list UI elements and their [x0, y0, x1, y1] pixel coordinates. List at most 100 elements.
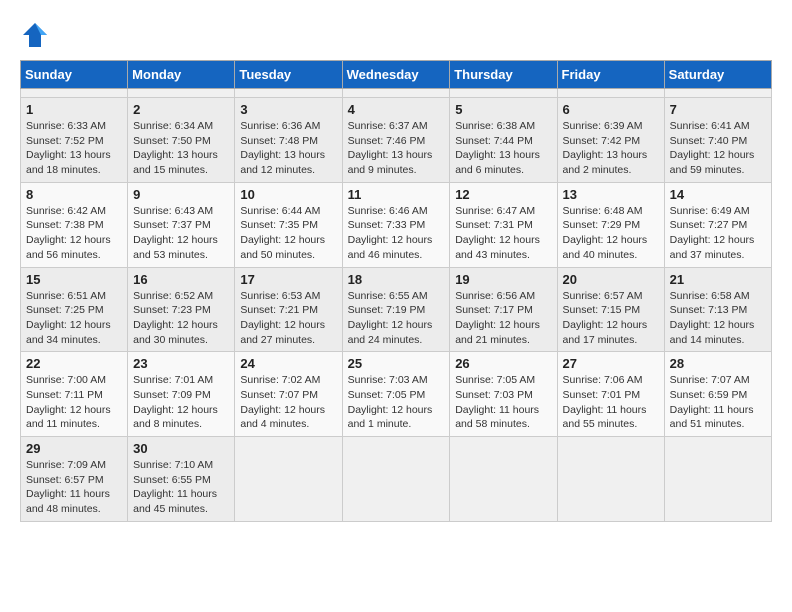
- day-info: Sunrise: 6:41 AM Sunset: 7:40 PM Dayligh…: [670, 119, 766, 178]
- day-number: 18: [348, 272, 445, 287]
- calendar-cell: 22 Sunrise: 7:00 AM Sunset: 7:11 PM Dayli…: [21, 352, 128, 437]
- day-number: 3: [240, 102, 336, 117]
- day-number: 15: [26, 272, 122, 287]
- calendar-cell: [557, 89, 664, 98]
- day-number: 26: [455, 356, 551, 371]
- day-info: Sunrise: 7:07 AM Sunset: 6:59 PM Dayligh…: [670, 373, 766, 432]
- day-number: 20: [563, 272, 659, 287]
- calendar-cell: 30 Sunrise: 7:10 AM Sunset: 6:55 PM Dayli…: [128, 437, 235, 522]
- calendar-cell: 2Sunrise: 6:34 AM Sunset: 7:50 PM Daylig…: [128, 98, 235, 183]
- calendar-cell: 5 Sunrise: 6:38 AM Sunset: 7:44 PM Daylig…: [450, 98, 557, 183]
- day-number: 28: [670, 356, 766, 371]
- calendar-cell: 10 Sunrise: 6:44 AM Sunset: 7:35 PM Dayli…: [235, 182, 342, 267]
- calendar-cell: 24 Sunrise: 7:02 AM Sunset: 7:07 PM Dayli…: [235, 352, 342, 437]
- day-number: 7: [670, 102, 766, 117]
- day-number: 12: [455, 187, 551, 202]
- calendar-cell: 18 Sunrise: 6:55 AM Sunset: 7:19 PM Dayli…: [342, 267, 450, 352]
- col-header-monday: Monday: [128, 61, 235, 89]
- day-number: 30: [133, 441, 229, 456]
- calendar-table: SundayMondayTuesdayWednesdayThursdayFrid…: [20, 60, 772, 522]
- day-number: 11: [348, 187, 445, 202]
- day-info: Sunrise: 7:02 AM Sunset: 7:07 PM Dayligh…: [240, 373, 336, 432]
- day-info: Sunrise: 6:36 AM Sunset: 7:48 PM Dayligh…: [240, 119, 336, 178]
- calendar-cell: [557, 437, 664, 522]
- day-info: Sunrise: 6:53 AM Sunset: 7:21 PM Dayligh…: [240, 289, 336, 348]
- calendar-cell: [664, 437, 771, 522]
- day-info: Sunrise: 6:58 AM Sunset: 7:13 PM Dayligh…: [670, 289, 766, 348]
- day-info: Sunrise: 7:01 AM Sunset: 7:09 PM Dayligh…: [133, 373, 229, 432]
- day-number: 6: [563, 102, 659, 117]
- day-number: 23: [133, 356, 229, 371]
- day-number: 25: [348, 356, 445, 371]
- day-number: 24: [240, 356, 336, 371]
- day-info: Sunrise: 7:05 AM Sunset: 7:03 PM Dayligh…: [455, 373, 551, 432]
- day-info: Sunrise: 6:57 AM Sunset: 7:15 PM Dayligh…: [563, 289, 659, 348]
- calendar-cell: 14 Sunrise: 6:49 AM Sunset: 7:27 PM Dayli…: [664, 182, 771, 267]
- day-number: 29: [26, 441, 122, 456]
- day-info: Sunrise: 6:51 AM Sunset: 7:25 PM Dayligh…: [26, 289, 122, 348]
- calendar-cell: [235, 437, 342, 522]
- calendar-cell: 16 Sunrise: 6:52 AM Sunset: 7:23 PM Dayli…: [128, 267, 235, 352]
- calendar-cell: 8Sunrise: 6:42 AM Sunset: 7:38 PM Daylig…: [21, 182, 128, 267]
- day-number: 27: [563, 356, 659, 371]
- day-number: 16: [133, 272, 229, 287]
- calendar-cell: 9 Sunrise: 6:43 AM Sunset: 7:37 PM Daylig…: [128, 182, 235, 267]
- logo: [20, 20, 56, 50]
- calendar-cell: 12Sunrise: 6:47 AM Sunset: 7:31 PM Dayli…: [450, 182, 557, 267]
- day-info: Sunrise: 7:10 AM Sunset: 6:55 PM Dayligh…: [133, 458, 229, 517]
- day-info: Sunrise: 7:00 AM Sunset: 7:11 PM Dayligh…: [26, 373, 122, 432]
- logo-icon: [20, 20, 50, 50]
- day-info: Sunrise: 6:44 AM Sunset: 7:35 PM Dayligh…: [240, 204, 336, 263]
- calendar-cell: 23 Sunrise: 7:01 AM Sunset: 7:09 PM Dayli…: [128, 352, 235, 437]
- calendar-cell: 4 Sunrise: 6:37 AM Sunset: 7:46 PM Daylig…: [342, 98, 450, 183]
- day-info: Sunrise: 6:38 AM Sunset: 7:44 PM Dayligh…: [455, 119, 551, 178]
- day-info: Sunrise: 6:49 AM Sunset: 7:27 PM Dayligh…: [670, 204, 766, 263]
- calendar-cell: [664, 89, 771, 98]
- calendar-cell: 1Sunrise: 6:33 AM Sunset: 7:52 PM Daylig…: [21, 98, 128, 183]
- day-info: Sunrise: 6:46 AM Sunset: 7:33 PM Dayligh…: [348, 204, 445, 263]
- day-number: 14: [670, 187, 766, 202]
- day-number: 17: [240, 272, 336, 287]
- day-info: Sunrise: 6:43 AM Sunset: 7:37 PM Dayligh…: [133, 204, 229, 263]
- calendar-cell: 26 Sunrise: 7:05 AM Sunset: 7:03 PM Dayli…: [450, 352, 557, 437]
- day-number: 21: [670, 272, 766, 287]
- calendar-cell: 27 Sunrise: 7:06 AM Sunset: 7:01 PM Dayli…: [557, 352, 664, 437]
- day-number: 4: [348, 102, 445, 117]
- calendar-cell: 15 Sunrise: 6:51 AM Sunset: 7:25 PM Dayli…: [21, 267, 128, 352]
- calendar-cell: 6 Sunrise: 6:39 AM Sunset: 7:42 PM Daylig…: [557, 98, 664, 183]
- calendar-cell: [235, 89, 342, 98]
- day-info: Sunrise: 6:55 AM Sunset: 7:19 PM Dayligh…: [348, 289, 445, 348]
- col-header-thursday: Thursday: [450, 61, 557, 89]
- day-number: 10: [240, 187, 336, 202]
- day-info: Sunrise: 6:52 AM Sunset: 7:23 PM Dayligh…: [133, 289, 229, 348]
- calendar-cell: 21 Sunrise: 6:58 AM Sunset: 7:13 PM Dayli…: [664, 267, 771, 352]
- day-number: 9: [133, 187, 229, 202]
- calendar-cell: 25Sunrise: 7:03 AM Sunset: 7:05 PM Dayli…: [342, 352, 450, 437]
- day-info: Sunrise: 6:34 AM Sunset: 7:50 PM Dayligh…: [133, 119, 229, 178]
- calendar-cell: 7 Sunrise: 6:41 AM Sunset: 7:40 PM Daylig…: [664, 98, 771, 183]
- calendar-cell: [450, 437, 557, 522]
- day-info: Sunrise: 7:06 AM Sunset: 7:01 PM Dayligh…: [563, 373, 659, 432]
- day-number: 5: [455, 102, 551, 117]
- col-header-wednesday: Wednesday: [342, 61, 450, 89]
- day-info: Sunrise: 6:37 AM Sunset: 7:46 PM Dayligh…: [348, 119, 445, 178]
- day-number: 8: [26, 187, 122, 202]
- day-number: 22: [26, 356, 122, 371]
- calendar-cell: 29 Sunrise: 7:09 AM Sunset: 6:57 PM Dayli…: [21, 437, 128, 522]
- calendar-cell: 11 Sunrise: 6:46 AM Sunset: 7:33 PM Dayli…: [342, 182, 450, 267]
- col-header-saturday: Saturday: [664, 61, 771, 89]
- header: [20, 20, 772, 50]
- day-info: Sunrise: 7:09 AM Sunset: 6:57 PM Dayligh…: [26, 458, 122, 517]
- calendar-cell: [342, 89, 450, 98]
- calendar-cell: [128, 89, 235, 98]
- col-header-tuesday: Tuesday: [235, 61, 342, 89]
- col-header-sunday: Sunday: [21, 61, 128, 89]
- day-number: 13: [563, 187, 659, 202]
- day-info: Sunrise: 6:39 AM Sunset: 7:42 PM Dayligh…: [563, 119, 659, 178]
- day-info: Sunrise: 6:56 AM Sunset: 7:17 PM Dayligh…: [455, 289, 551, 348]
- calendar-cell: 3 Sunrise: 6:36 AM Sunset: 7:48 PM Daylig…: [235, 98, 342, 183]
- day-info: Sunrise: 6:48 AM Sunset: 7:29 PM Dayligh…: [563, 204, 659, 263]
- calendar-cell: [342, 437, 450, 522]
- col-header-friday: Friday: [557, 61, 664, 89]
- calendar-cell: [450, 89, 557, 98]
